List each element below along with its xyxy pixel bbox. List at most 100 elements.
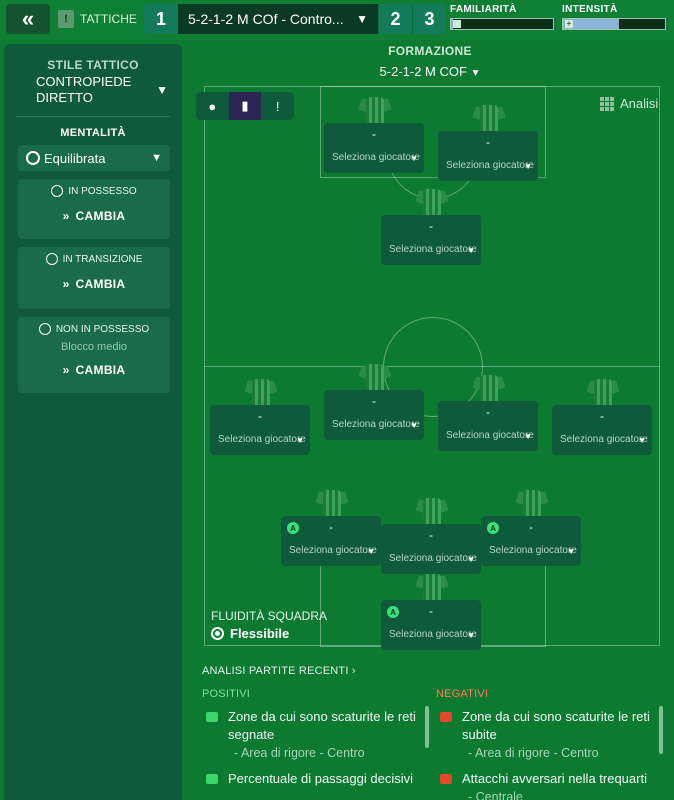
- change-in-transition-button[interactable]: » CAMBIA: [18, 277, 170, 291]
- phase-in-transition: IN TRANSIZIONE » CAMBIA: [18, 247, 170, 309]
- phase-title: IN POSSESSO: [68, 185, 137, 197]
- player-card[interactable]: - Seleziona giocatore ▼: [552, 405, 652, 455]
- fluidity-icon: [211, 627, 224, 640]
- formation-dropdown[interactable]: 5-2-1-2 M COF ▼: [330, 64, 530, 79]
- player-name: -: [372, 127, 376, 141]
- select-player-label: Seleziona giocatore: [389, 244, 477, 255]
- negative-item: Zone da cui sono scaturite le reti subit…: [436, 708, 656, 762]
- player-view-button[interactable]: ●: [196, 92, 229, 120]
- analysis-button[interactable]: Analisi: [600, 96, 658, 111]
- positive-item: Zone da cui sono scaturite le reti segna…: [202, 708, 422, 762]
- tactics-tab[interactable]: ! TATTICHE: [58, 8, 137, 30]
- thumbs-down-icon: [440, 712, 452, 722]
- player-slot[interactable]: - Seleziona giocatore ▼: [438, 105, 538, 195]
- defensive-block: Blocco medio: [60, 341, 128, 353]
- positive-item: Percentuale di passaggi decisivi: [202, 770, 422, 788]
- chevron-down-icon: ▼: [470, 68, 481, 79]
- player-card[interactable]: - Seleziona giocatore ▼: [381, 215, 481, 265]
- plus-icon: +: [565, 19, 573, 28]
- tactic-name: 5-2-1-2 M COf - Contro...: [188, 11, 344, 27]
- chevron-down-icon: ▼: [151, 152, 162, 164]
- thumbs-down-icon: [440, 774, 452, 784]
- roles-view-button[interactable]: !: [261, 92, 294, 120]
- player-slot[interactable]: A - Seleziona giocatore ▼: [281, 490, 381, 580]
- player-card[interactable]: A - Seleziona giocatore ▼: [481, 516, 581, 566]
- recent-analysis-link[interactable]: ANALISI PARTITE RECENTI ›: [202, 665, 356, 677]
- double-chevron-right-icon: »: [62, 363, 70, 377]
- player-card[interactable]: - Seleziona giocatore ▼: [438, 401, 538, 451]
- top-bar: « ! TATTICHE 1 5-2-1-2 M COf - Contro...…: [0, 0, 674, 40]
- select-player-label: Seleziona giocatore: [332, 419, 420, 430]
- mentality-icon: [26, 151, 40, 165]
- negative-detail: - Centrale: [468, 790, 523, 800]
- tactic-slot-1[interactable]: 1: [144, 4, 178, 34]
- intensity-label: INTENSITÀ: [562, 4, 618, 15]
- player-slot[interactable]: - Seleziona giocatore ▼: [381, 189, 481, 279]
- tactical-style-dropdown[interactable]: CONTROPIEDE DIRETTO ▼: [4, 72, 182, 106]
- positive-text: Percentuale di passaggi decisivi: [228, 771, 413, 786]
- negatives-title: NEGATIVI: [436, 688, 489, 700]
- style-line-1: CONTROPIEDE: [36, 74, 132, 89]
- back-button[interactable]: «: [6, 4, 50, 34]
- player-slot[interactable]: - Seleziona giocatore ▼: [324, 364, 424, 454]
- view-toggle: ● ▮ !: [196, 92, 294, 120]
- ball-icon: [51, 185, 64, 197]
- player-slot[interactable]: A - Seleziona giocatore ▼: [381, 574, 481, 664]
- player-card[interactable]: - Seleziona giocatore ▼: [324, 390, 424, 440]
- positives-scrollbar[interactable]: [425, 706, 429, 748]
- tactic-slot-2[interactable]: 2: [378, 4, 412, 34]
- negative-item: Attacchi avversari nella trequarti - Cen…: [436, 770, 656, 800]
- style-line-2: DIRETTO: [36, 90, 93, 105]
- formation-title: FORMAZIONE: [388, 44, 472, 58]
- chevron-down-icon: ▼: [367, 547, 375, 556]
- change-out-of-possession-button[interactable]: » CAMBIA: [18, 363, 170, 377]
- player-slot[interactable]: - Seleziona giocatore ▼: [438, 375, 538, 465]
- tactic-slot-3[interactable]: 3: [412, 4, 446, 34]
- select-player-label: Seleziona giocatore: [446, 160, 534, 171]
- defence-icon: [38, 323, 51, 335]
- chevron-down-icon: ▼: [467, 555, 475, 564]
- intensity-meter[interactable]: INTENSITÀ +: [562, 4, 666, 30]
- select-player-label: Seleziona giocatore: [332, 152, 420, 163]
- player-slot[interactable]: - Seleziona giocatore ▼: [210, 379, 310, 469]
- familiarity-meter[interactable]: FAMILIARITÀ: [450, 4, 554, 30]
- chevron-down-icon: ▼: [410, 421, 418, 430]
- player-name: -: [329, 520, 333, 534]
- player-name: -: [486, 135, 490, 149]
- negative-text: Zone da cui sono scaturite le reti subit…: [462, 709, 650, 742]
- familiarity-bar: [450, 18, 554, 30]
- player-card[interactable]: A - Seleziona giocatore ▼: [381, 600, 481, 650]
- stats-view-button[interactable]: ▮: [228, 92, 262, 120]
- intensity-bar: +: [562, 18, 666, 30]
- team-fluidity[interactable]: FLUIDITÀ SQUADRA Flessibile: [211, 609, 327, 641]
- mentality-dropdown[interactable]: Equilibrata ▼: [18, 145, 170, 171]
- chevron-down-icon: ▼: [638, 436, 646, 445]
- change-in-possession-button[interactable]: » CAMBIA: [18, 209, 170, 223]
- select-player-label: Seleziona giocatore: [289, 545, 377, 556]
- tactic-name-dropdown[interactable]: 5-2-1-2 M COf - Contro... ▼: [178, 4, 378, 34]
- double-chevron-left-icon: «: [21, 6, 35, 31]
- player-card[interactable]: - Seleziona giocatore ▼: [210, 405, 310, 455]
- select-player-label: Seleziona giocatore: [446, 430, 534, 441]
- tactics-label: TATTICHE: [80, 12, 137, 26]
- player-card[interactable]: - Seleziona giocatore ▼: [381, 524, 481, 574]
- player-name: -: [372, 394, 376, 408]
- negatives-scrollbar[interactable]: [659, 706, 663, 754]
- mentality-title: MENTALITÀ: [60, 127, 126, 139]
- player-slot[interactable]: - Seleziona giocatore ▼: [324, 97, 424, 187]
- player-slot[interactable]: A - Seleziona giocatore ▼: [481, 490, 581, 580]
- player-slot[interactable]: - Seleziona giocatore ▼: [552, 379, 652, 469]
- thumbs-up-icon: [206, 774, 218, 784]
- thumbs-up-icon: [206, 712, 218, 722]
- chevron-down-icon: ▼: [467, 246, 475, 255]
- tactic-slot-selector: 1 5-2-1-2 M COf - Contro... ▼ 2 3: [144, 4, 446, 34]
- select-player-label: Seleziona giocatore: [560, 434, 648, 445]
- player-name: -: [600, 409, 604, 423]
- select-player-label: Seleziona giocatore: [389, 553, 477, 564]
- player-name: -: [429, 604, 433, 618]
- player-card[interactable]: - Seleziona giocatore ▼: [438, 131, 538, 181]
- chevron-down-icon: ▼: [524, 162, 532, 171]
- change-label: CAMBIA: [75, 363, 126, 377]
- player-card[interactable]: A - Seleziona giocatore ▼: [281, 516, 381, 566]
- player-card[interactable]: - Seleziona giocatore ▼: [324, 123, 424, 173]
